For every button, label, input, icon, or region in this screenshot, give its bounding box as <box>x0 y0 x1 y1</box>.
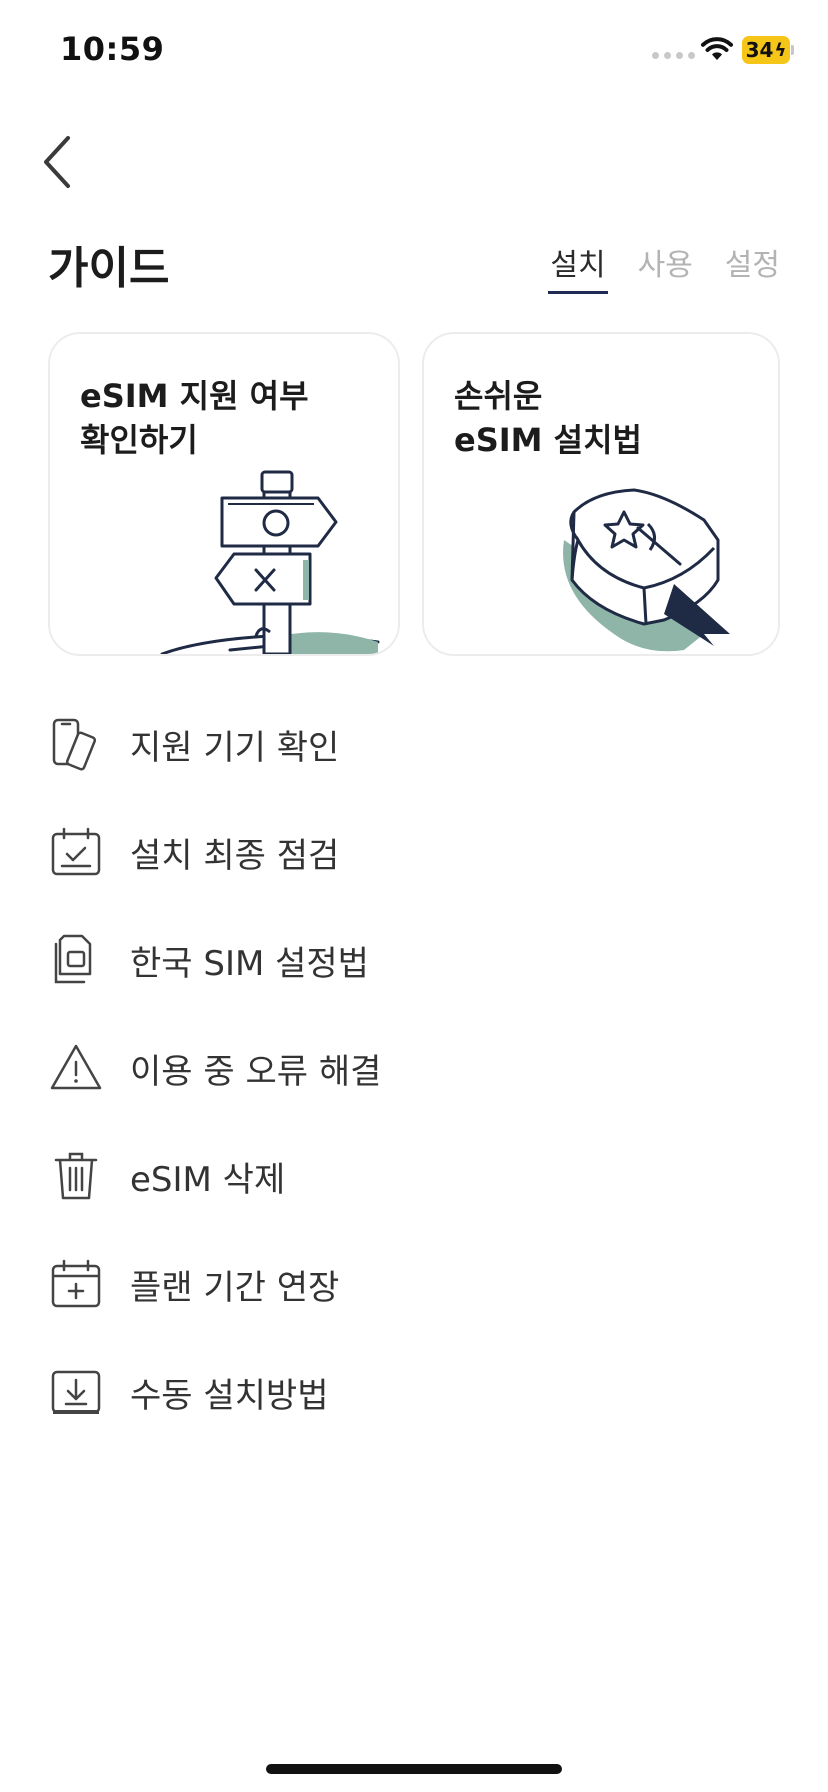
status-time: 10:59 <box>60 30 165 68</box>
back-button[interactable] <box>36 132 84 192</box>
battery-level: 34 <box>745 38 774 62</box>
menu-item-final-check[interactable]: 설치 최종 점검 <box>48 798 780 906</box>
calendar-plus-icon <box>48 1256 104 1312</box>
battery-icon: 34 ϟ <box>742 36 790 64</box>
menu-item-supported-devices[interactable]: 지원 기기 확인 <box>48 690 780 798</box>
download-tray-icon <box>48 1364 104 1420</box>
cellular-signal-icon <box>652 52 695 59</box>
tab-install[interactable]: 설치 <box>548 240 608 294</box>
sim-card-icon <box>48 932 104 988</box>
menu-item-label: 한국 SIM 설정법 <box>130 943 369 984</box>
charging-bolt-icon: ϟ <box>774 39 787 61</box>
calendar-check-icon <box>48 824 104 880</box>
status-bar: 10:59 34 ϟ <box>0 0 828 100</box>
wifi-icon <box>701 37 733 60</box>
warning-icon <box>48 1040 104 1096</box>
devices-icon <box>48 716 104 772</box>
easy-esim-install-card[interactable]: 손쉬운 eSIM 설치법 <box>422 332 780 656</box>
guide-screen: 10:59 34ϟ 가이드 설치 사용 설정 eSIM 지원 여부 확인하기 <box>0 0 828 1792</box>
tab-settings[interactable]: 설정 <box>725 240 780 294</box>
menu-item-manual-install[interactable]: 수동 설치방법 <box>48 1338 780 1446</box>
menu-item-korea-sim-setup[interactable]: 한국 SIM 설정법 <box>48 906 780 1014</box>
menu-item-extend-plan[interactable]: 플랜 기간 연장 <box>48 1230 780 1338</box>
tab-usage[interactable]: 사용 <box>638 240 693 294</box>
menu-item-label: 지원 기기 확인 <box>130 727 340 768</box>
trash-icon <box>48 1148 104 1204</box>
chevron-left-icon <box>44 136 70 188</box>
tab-bar: 설치 사용 설정 <box>548 240 780 294</box>
menu-item-label: 설치 최종 점검 <box>130 835 340 876</box>
guide-cards: eSIM 지원 여부 확인하기 손쉬운 eSIM 설치법 <box>48 332 780 656</box>
card-title: 손쉬운 eSIM 설치법 <box>454 377 642 459</box>
menu-item-label: 수동 설치방법 <box>130 1375 329 1416</box>
guide-menu-list: 지원 기기 확인 설치 최종 점검 한국 SIM 설정법 이용 중 오류 해결 … <box>48 690 780 1446</box>
menu-item-label: 이용 중 오류 해결 <box>130 1051 382 1092</box>
card-title: eSIM 지원 여부 확인하기 <box>80 377 309 459</box>
menu-item-label: eSIM 삭제 <box>130 1159 286 1200</box>
battery-tip <box>791 45 794 55</box>
menu-item-label: 플랜 기간 연장 <box>130 1267 340 1308</box>
menu-item-error-fix[interactable]: 이용 중 오류 해결 <box>48 1014 780 1122</box>
guide-book-illustration <box>563 488 730 652</box>
page-title: 가이드 <box>48 243 170 294</box>
signpost-illustration <box>160 470 380 654</box>
home-indicator[interactable] <box>266 1764 562 1774</box>
esim-support-check-card[interactable]: eSIM 지원 여부 확인하기 <box>48 332 400 656</box>
menu-item-delete-esim[interactable]: eSIM 삭제 <box>48 1122 780 1230</box>
